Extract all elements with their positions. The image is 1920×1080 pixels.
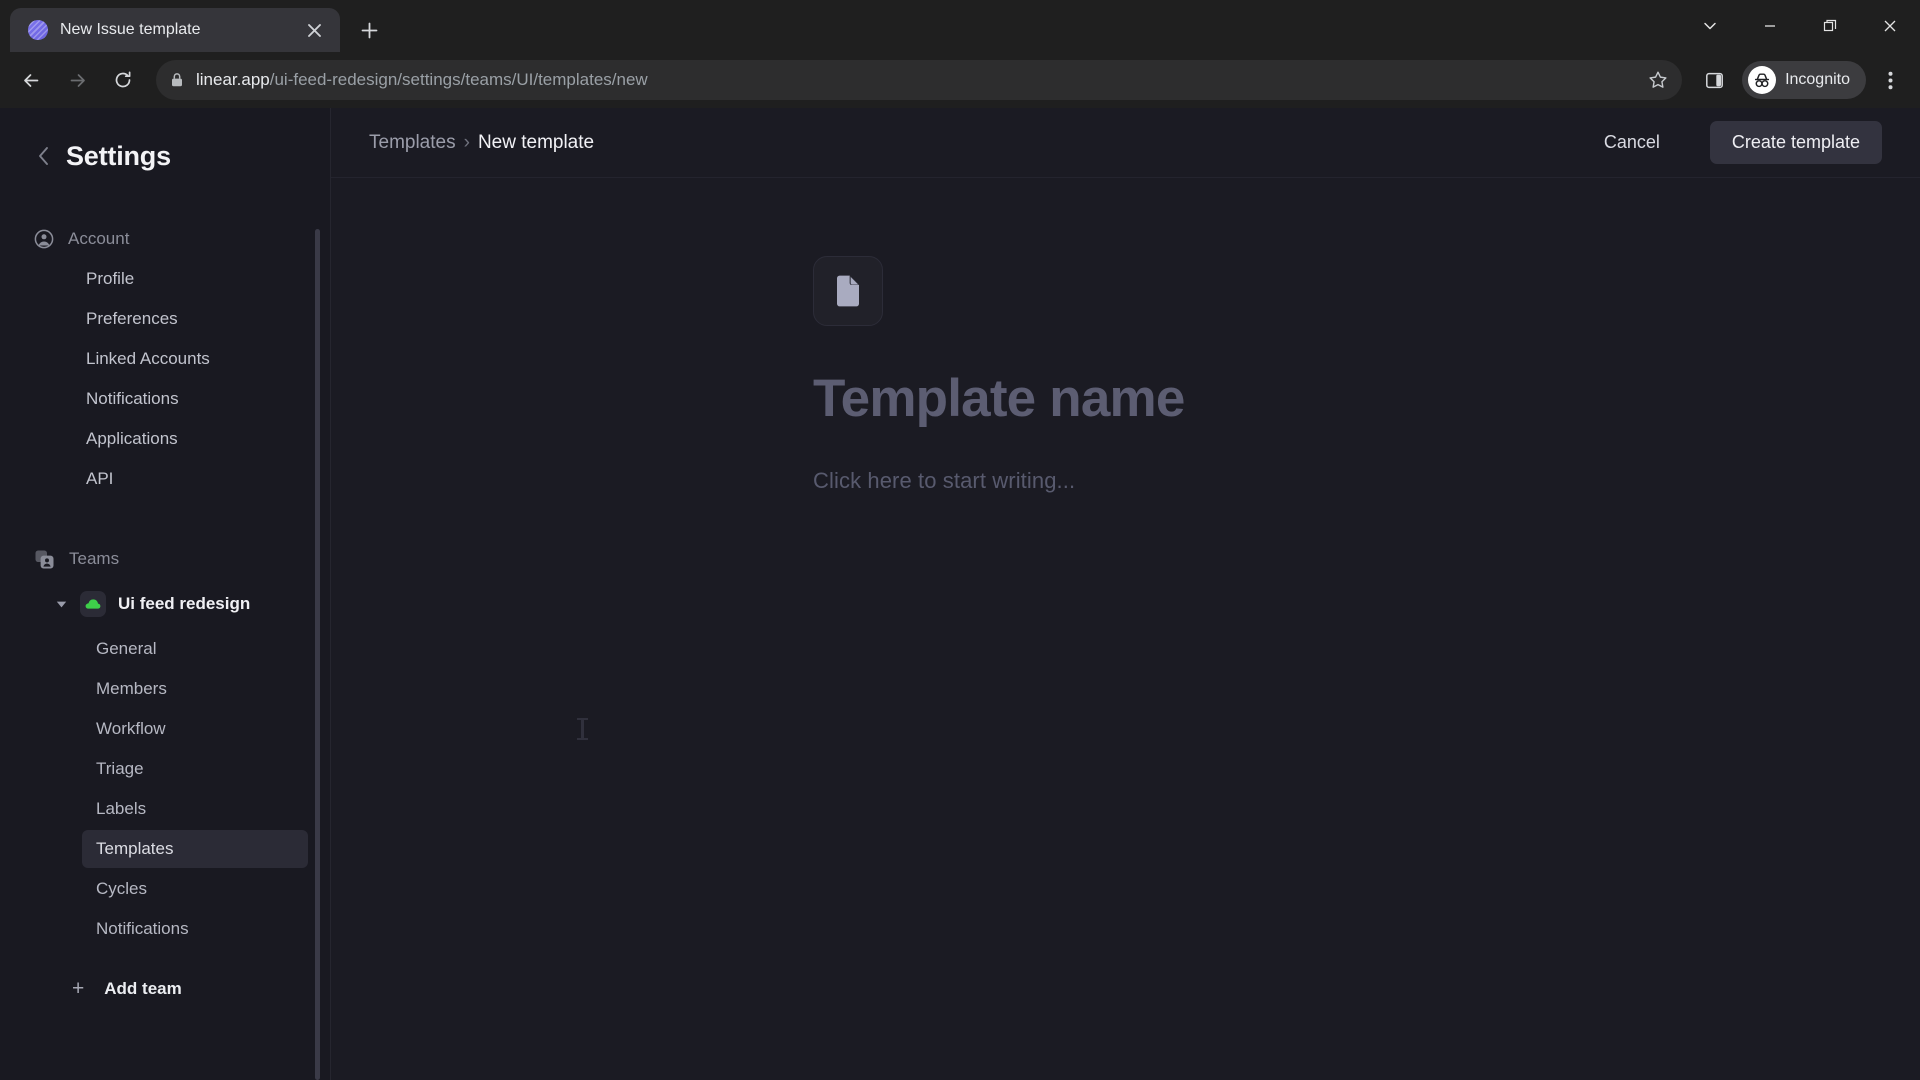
account-circle-icon: [34, 229, 54, 249]
linear-logo-icon: [28, 20, 48, 40]
address-bar[interactable]: linear.app/ui-feed-redesign/settings/tea…: [156, 60, 1683, 100]
page-title: Settings: [66, 140, 171, 171]
teams-icon: [34, 549, 55, 570]
text-cursor-icon: [577, 718, 588, 740]
sidebar-item-templates[interactable]: Templates: [82, 830, 308, 868]
sidebar-group-label: Teams: [69, 549, 120, 568]
caret-down-icon[interactable]: [56, 600, 68, 609]
reload-icon[interactable]: [102, 59, 144, 101]
side-panel-icon[interactable]: [1694, 60, 1734, 100]
sidebar-scroll-area: Account Profile Preferences Linked Accou…: [0, 184, 330, 1080]
sidebar-group-label: Account: [68, 229, 130, 248]
star-icon[interactable]: [1648, 70, 1668, 90]
template-editor[interactable]: Template name Click here to start writin…: [331, 178, 1920, 1080]
create-template-button[interactable]: Create template: [1709, 121, 1882, 164]
incognito-icon: [1748, 66, 1777, 94]
window-controls: [1680, 0, 1920, 52]
team-name: Ui feed redesign: [118, 594, 251, 613]
app-body: Settings Account Profile Preferences Lin…: [0, 108, 1920, 1080]
restore-icon[interactable]: [1800, 0, 1860, 52]
arrow-left-icon[interactable]: [10, 59, 52, 101]
template-name-input[interactable]: Template name: [813, 369, 1920, 428]
browser-tab[interactable]: New Issue template: [10, 8, 340, 52]
chevron-down-icon[interactable]: [1680, 0, 1740, 52]
sidebar-item-profile[interactable]: Profile: [72, 260, 308, 298]
breadcrumb-separator: ›: [463, 131, 470, 153]
sidebar-group-account: Account: [0, 220, 330, 258]
cancel-button[interactable]: Cancel: [1586, 122, 1678, 163]
tab-strip: New Issue template: [0, 0, 1920, 52]
arrow-right-icon[interactable]: [56, 59, 98, 101]
main-header: Templates › New template Cancel Create t…: [331, 108, 1920, 178]
url-path: /ui-feed-redesign/settings/teams/UI/temp…: [269, 70, 648, 89]
sidebar-item-linked-accounts[interactable]: Linked Accounts: [72, 340, 308, 378]
lock-icon: [170, 72, 184, 88]
breadcrumb: Templates › New template: [369, 132, 594, 154]
incognito-label: Incognito: [1785, 71, 1850, 88]
main-panel: Templates › New template Cancel Create t…: [331, 108, 1920, 1080]
sidebar-item-workflow[interactable]: Workflow: [82, 710, 308, 748]
sidebar-item-general[interactable]: General: [82, 630, 308, 668]
green-cloud-icon: [80, 591, 106, 617]
url-host: linear.app: [196, 70, 270, 89]
sidebar-item-preferences[interactable]: Preferences: [72, 300, 308, 338]
tab-title: New Issue template: [60, 21, 201, 38]
document-page-icon[interactable]: [813, 256, 883, 326]
new-tab-button[interactable]: [352, 13, 386, 47]
chevron-left-icon[interactable]: [36, 145, 52, 167]
sidebar-scrollbar[interactable]: [315, 229, 320, 1080]
breadcrumb-parent[interactable]: Templates: [369, 132, 456, 154]
close-icon[interactable]: [1860, 0, 1920, 52]
incognito-badge[interactable]: Incognito: [1742, 61, 1866, 99]
sidebar-item-team-notifications[interactable]: Notifications: [82, 910, 308, 948]
plus-icon: +: [72, 977, 85, 1000]
sidebar-item-members[interactable]: Members: [82, 670, 308, 708]
template-body-input[interactable]: Click here to start writing...: [813, 468, 1920, 494]
sidebar-item-notifications[interactable]: Notifications: [72, 380, 308, 418]
close-icon[interactable]: [300, 16, 328, 44]
kebab-menu-icon[interactable]: [1870, 60, 1910, 100]
breadcrumb-current: New template: [477, 131, 595, 153]
sidebar-group-teams: Teams: [0, 540, 330, 578]
sidebar-item-applications[interactable]: Applications: [72, 420, 308, 458]
browser-toolbar: linear.app/ui-feed-redesign/settings/tea…: [0, 52, 1920, 108]
add-team-button[interactable]: + Add team: [72, 978, 308, 999]
browser-window: New Issue template linear.app/ui-feed-re…: [0, 0, 1920, 1080]
add-team-label: Add team: [104, 978, 182, 998]
sidebar-item-api[interactable]: API: [72, 460, 308, 498]
settings-sidebar: Settings Account Profile Preferences Lin…: [0, 108, 331, 1080]
minimize-icon[interactable]: [1740, 0, 1800, 52]
sidebar-item-cycles[interactable]: Cycles: [82, 870, 308, 908]
sidebar-item-labels[interactable]: Labels: [82, 790, 308, 828]
sidebar-item-triage[interactable]: Triage: [82, 750, 308, 788]
url-text: linear.app/ui-feed-redesign/settings/tea…: [196, 70, 1636, 90]
sidebar-team-ui-feed-redesign[interactable]: Ui feed redesign: [46, 584, 308, 624]
sidebar-header: Settings: [0, 128, 330, 184]
